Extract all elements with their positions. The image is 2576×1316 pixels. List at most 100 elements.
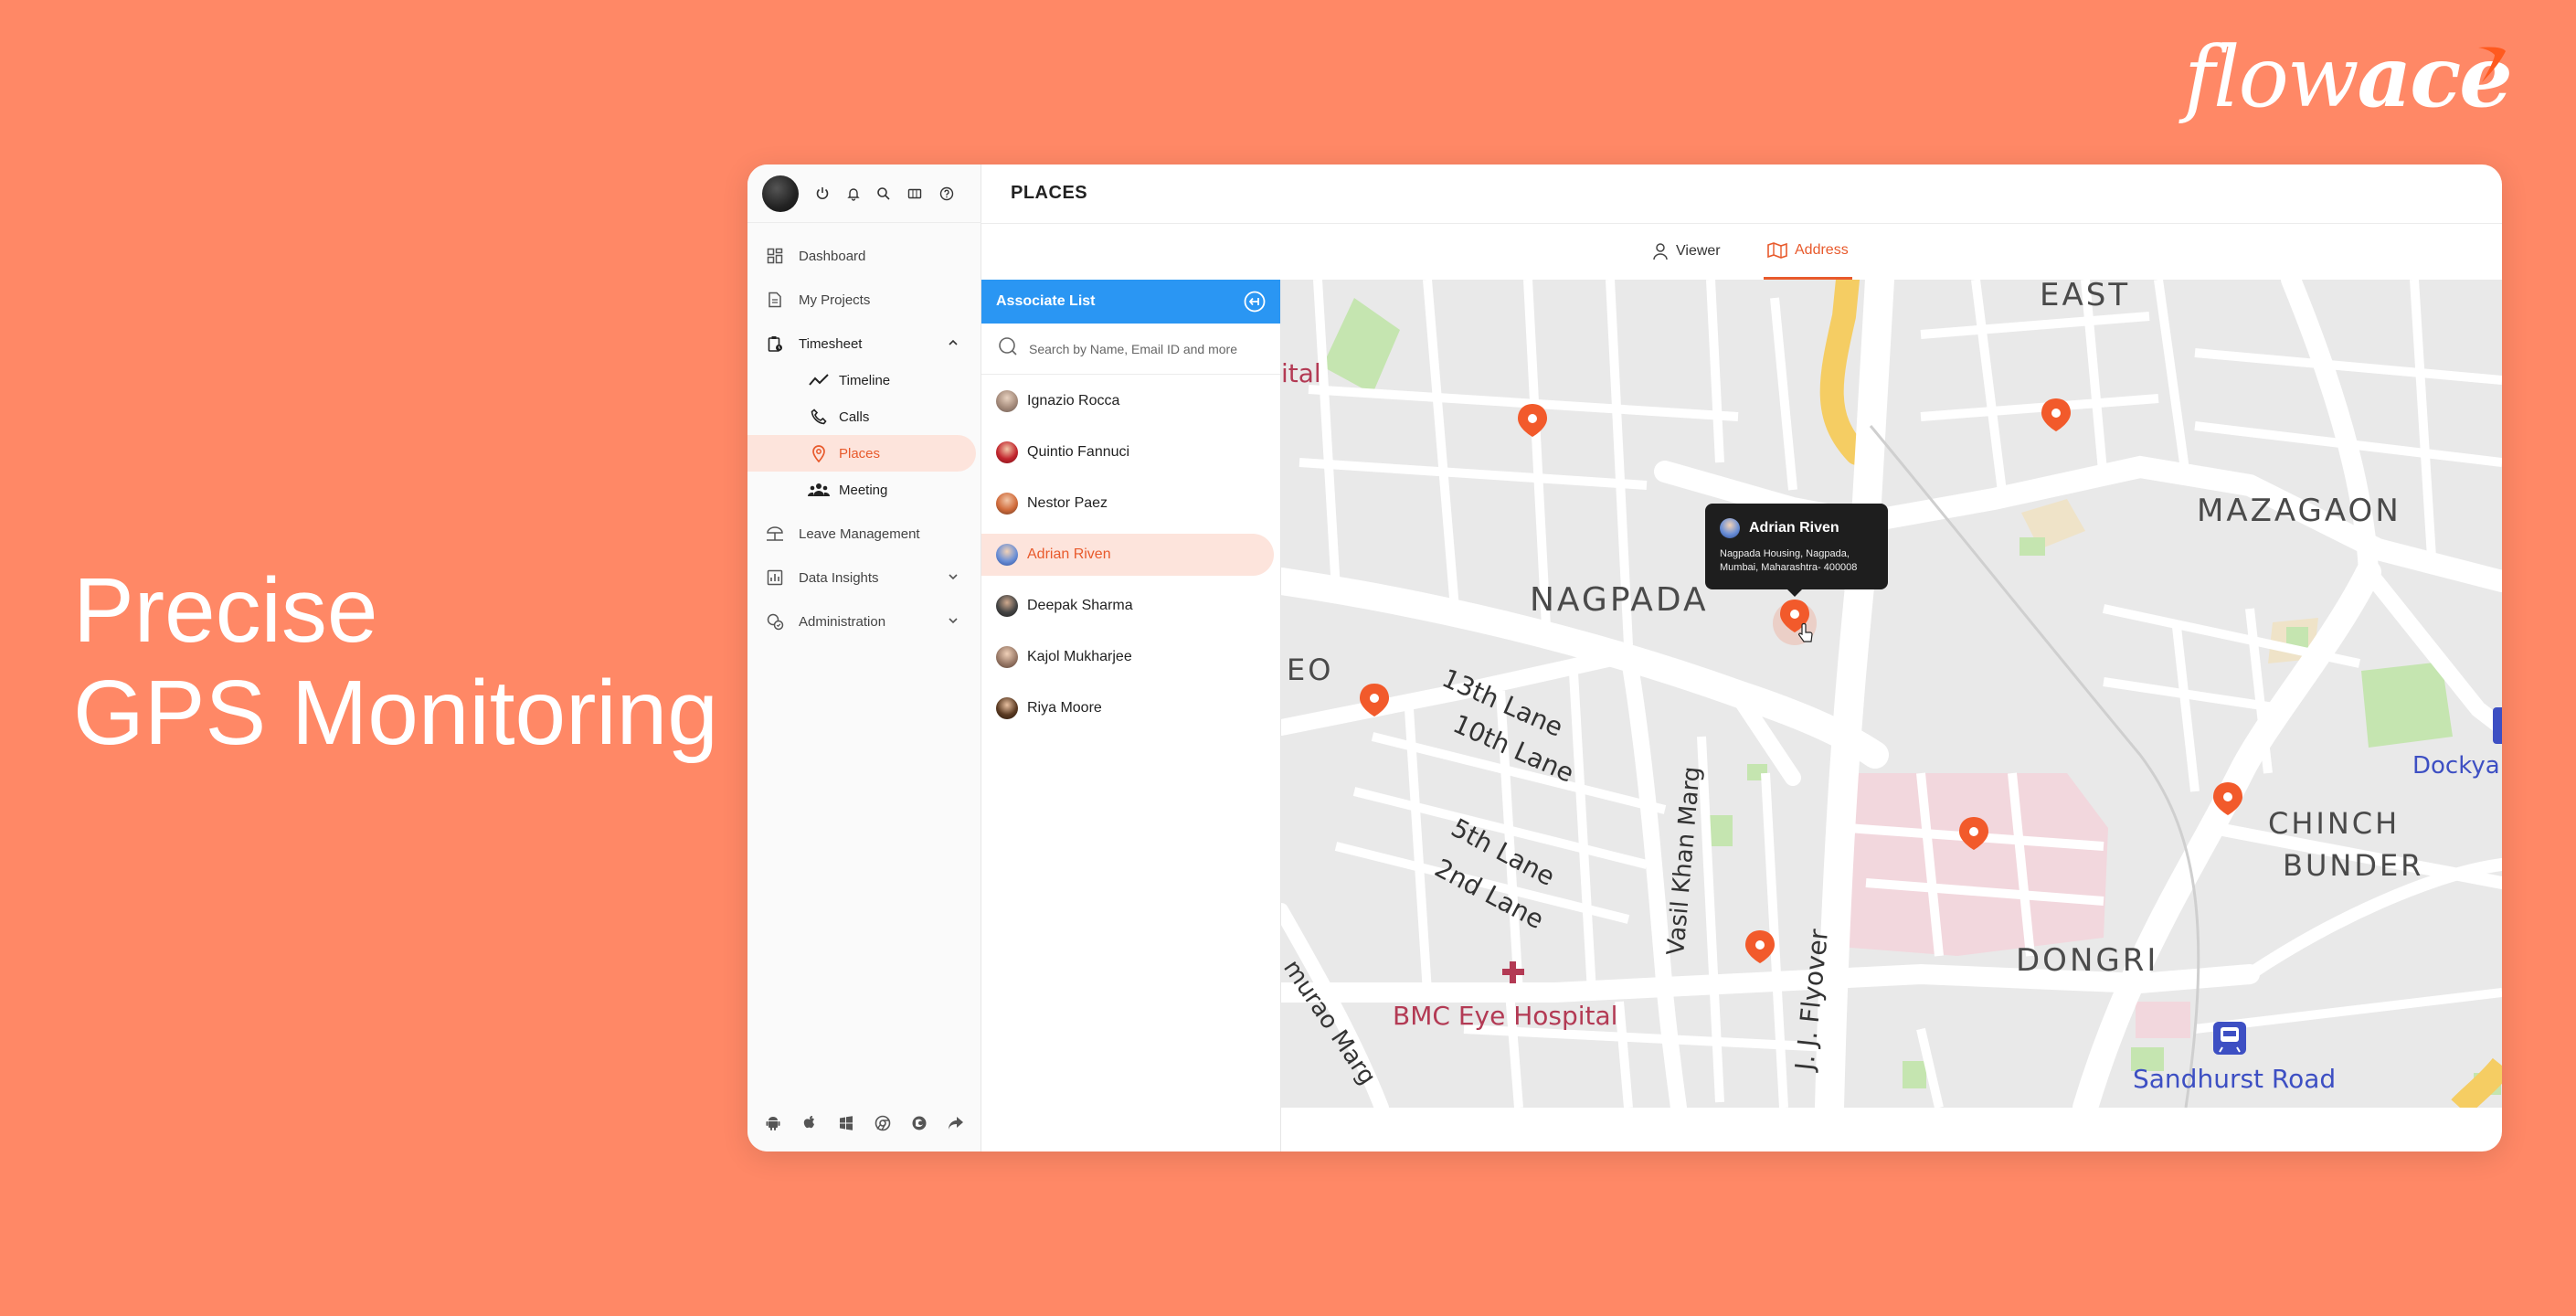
map-label-ital: ital (1281, 358, 1321, 388)
associate-list-title: Associate List (996, 293, 1095, 310)
share-icon[interactable] (946, 1113, 966, 1133)
chart-icon (764, 567, 786, 589)
sidebar-item-timesheet[interactable]: Timesheet (764, 325, 970, 362)
avatar (996, 441, 1018, 463)
logo-text-flow: flow (2184, 28, 2358, 126)
avatar[interactable] (762, 175, 799, 212)
logo-swoosh-icon (2475, 42, 2511, 88)
map-metro-icon (2213, 1022, 2246, 1055)
tooltip-name: Adrian Riven (1749, 520, 1839, 536)
ticket-icon[interactable] (904, 183, 926, 205)
avatar (996, 646, 1018, 668)
list-item[interactable]: Nestor Paez (981, 483, 1274, 525)
headline-line1: Precise (73, 559, 718, 662)
tooltip-address-line2: Mumbai, Maharashtra- 400008 (1720, 561, 1873, 575)
page-title: PLACES (1011, 183, 1087, 204)
person-name: Nestor Paez (1027, 495, 1108, 512)
sidebar-item-dashboard[interactable]: Dashboard (764, 238, 970, 274)
map-view[interactable]: EAST MAZAGAON NAGPADA EO CHINCH BUNDER D… (1281, 280, 2502, 1108)
map-label-nagpada: NAGPADA (1530, 581, 1709, 619)
page-header: PLACES (981, 164, 2502, 224)
sidebar-subitem-label: Meeting (839, 483, 887, 498)
tab-label: Address (1795, 242, 1849, 259)
collapse-panel-icon[interactable] (1244, 291, 1266, 317)
map-label-eo: EO (1287, 653, 1333, 687)
avatar (996, 595, 1018, 617)
clipboard-icon (764, 333, 786, 355)
sidebar-item-label: Data Insights (799, 570, 879, 586)
sidebar-subitem-meeting[interactable]: Meeting (747, 472, 976, 508)
associate-list-header: Associate List (981, 280, 1280, 324)
firefox-icon[interactable] (909, 1113, 929, 1133)
map-label-chinch: CHINCH (2268, 806, 2400, 841)
avatar (1720, 518, 1740, 538)
platform-links (747, 1109, 981, 1137)
search-bar (981, 324, 1280, 375)
list-item[interactable]: Quintio Fannuci (981, 431, 1274, 473)
person-icon (1652, 242, 1669, 260)
headline: Precise GPS Monitoring (73, 559, 718, 764)
map-label-mazagaon: MAZAGAON (2197, 493, 2401, 529)
sidebar-top-bar (747, 164, 981, 223)
flowace-logo: flowace (2184, 27, 2513, 137)
map-canvas[interactable]: EAST MAZAGAON NAGPADA EO CHINCH BUNDER D… (1281, 280, 2502, 1108)
associate-list-panel: Associate List Ignazio Rocca Quintio Fan… (981, 280, 1281, 1152)
list-item[interactable]: Kajol Mukharjee (981, 636, 1274, 678)
list-item[interactable]: Riya Moore (981, 687, 1274, 729)
chrome-icon[interactable] (873, 1113, 893, 1133)
sidebar: Dashboard My Projects Timesheet Timeline… (747, 164, 981, 1152)
list-item[interactable]: Ignazio Rocca (981, 380, 1274, 422)
list-item[interactable]: Deepak Sharma (981, 585, 1274, 627)
avatar (996, 697, 1018, 719)
person-name: Adrian Riven (1027, 547, 1111, 563)
search-icon (998, 336, 1018, 361)
tab-bar: Viewer Address (981, 223, 2502, 281)
app-window: Dashboard My Projects Timesheet Timeline… (747, 164, 2502, 1152)
headline-line2: GPS Monitoring (73, 662, 718, 764)
sidebar-item-administration[interactable]: Administration (764, 603, 970, 640)
tab-address[interactable]: Address (1764, 223, 1852, 280)
sidebar-item-leave-management[interactable]: Leave Management (764, 515, 970, 552)
sidebar-item-label: Dashboard (799, 249, 865, 264)
tab-viewer[interactable]: Viewer (1652, 223, 1721, 280)
sidebar-item-label: Administration (799, 614, 885, 630)
sidebar-subitem-label: Timeline (839, 373, 890, 388)
list-item[interactable]: Adrian Riven (981, 534, 1274, 576)
chevron-down-icon[interactable] (947, 614, 959, 631)
windows-icon[interactable] (836, 1113, 856, 1133)
bell-icon[interactable] (843, 183, 864, 205)
map-label-dockya: Dockya (2412, 752, 2500, 780)
avatar (996, 544, 1018, 566)
help-icon[interactable] (936, 183, 958, 205)
map-label-east: EAST (2040, 280, 2130, 313)
sidebar-subitem-places[interactable]: Places (747, 435, 976, 472)
map-label-bmc-eye-hospital: BMC Eye Hospital (1393, 1001, 1617, 1031)
person-name: Kajol Mukharjee (1027, 649, 1132, 665)
sidebar-subitem-timeline[interactable]: Timeline (747, 362, 976, 398)
sidebar-item-label: Leave Management (799, 526, 920, 542)
sidebar-subitem-label: Calls (839, 409, 869, 425)
sidebar-item-data-insights[interactable]: Data Insights (764, 559, 970, 596)
sidebar-item-label: My Projects (799, 292, 870, 308)
tab-label: Viewer (1676, 243, 1721, 260)
person-name: Ignazio Rocca (1027, 393, 1119, 409)
android-icon[interactable] (763, 1113, 783, 1133)
power-icon[interactable] (811, 183, 833, 205)
sidebar-subitem-calls[interactable]: Calls (747, 398, 976, 435)
search-icon[interactable] (873, 183, 895, 205)
map-label-dongri: DONGRI (2016, 942, 2158, 979)
sidebar-item-label: Timesheet (799, 336, 862, 352)
map-label-bunder: BUNDER (2283, 848, 2423, 883)
admin-icon (764, 610, 786, 632)
apple-icon[interactable] (800, 1113, 820, 1133)
group-icon (808, 479, 830, 501)
chevron-down-icon[interactable] (947, 570, 959, 587)
map-book-icon (1767, 242, 1787, 259)
person-name: Riya Moore (1027, 700, 1102, 716)
chevron-up-icon[interactable] (947, 336, 959, 353)
search-input[interactable] (1027, 341, 1268, 357)
sidebar-item-my-projects[interactable]: My Projects (764, 281, 970, 318)
location-tooltip: Adrian Riven Nagpada Housing, Nagpada, M… (1705, 504, 1888, 589)
person-name: Quintio Fannuci (1027, 444, 1129, 461)
person-name: Deepak Sharma (1027, 598, 1133, 614)
